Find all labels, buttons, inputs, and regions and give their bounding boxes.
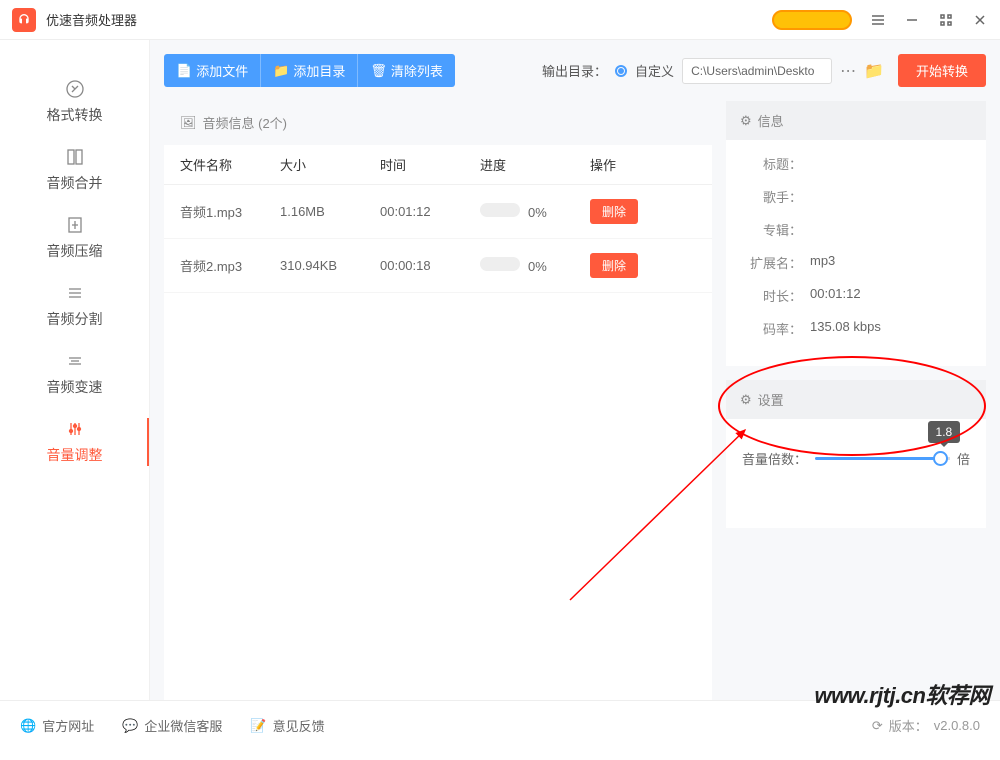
feedback-link[interactable]: 📝意见反馈 <box>250 716 324 735</box>
delete-button[interactable]: 删除 <box>590 199 638 224</box>
sidebar-item-label: 音频压缩 <box>47 241 103 261</box>
volume-slider[interactable]: 1.8 <box>815 457 949 460</box>
output-path-input[interactable] <box>682 58 832 84</box>
sidebar-item-speed[interactable]: 音频变速 <box>0 340 149 408</box>
table-row[interactable]: 音频1.mp3 1.16MB 00:01:12 0% 删除 <box>164 185 712 239</box>
col-name: 文件名称 <box>180 155 280 174</box>
cell-name: 音频2.mp3 <box>180 256 280 275</box>
cell-name: 音频1.mp3 <box>180 202 280 221</box>
sidebar-item-compress[interactable]: 音频压缩 <box>0 204 149 272</box>
volume-icon <box>65 419 85 439</box>
add-dir-button[interactable]: 📁添加目录 <box>260 54 357 87</box>
gear-icon: ⚙ <box>740 392 752 408</box>
sidebar-item-split[interactable]: 音频分割 <box>0 272 149 340</box>
info-album-label: 专辑： <box>742 220 802 239</box>
file-icon: 📄 <box>176 63 192 79</box>
watermark: www.rjtj.cn软荐网 <box>814 678 990 710</box>
folder-icon: 📁 <box>273 63 289 79</box>
trash-icon: 🗑 <box>370 63 387 79</box>
main-area: 📄添加文件 📁添加目录 🗑清除列表 输出目录： 自定义 ⋯ 📁 开始转换 🖼 音… <box>150 40 1000 700</box>
cell-progress: 0% <box>480 203 590 220</box>
sidebar-item-label: 音频变速 <box>47 377 103 397</box>
table-header: 文件名称 大小 时间 进度 操作 <box>164 145 712 185</box>
file-panel: 🖼 音频信息 (2个) 文件名称 大小 时间 进度 操作 音频1.mp3 1.1… <box>164 101 712 700</box>
decoration-pill <box>772 10 852 30</box>
info-title-label: 标题： <box>742 154 802 173</box>
info-bitrate-label: 码率： <box>742 319 802 338</box>
split-icon <box>65 283 85 303</box>
merge-icon <box>65 147 85 167</box>
cell-size: 1.16MB <box>280 204 380 219</box>
info-duration-value: 00:01:12 <box>810 286 861 305</box>
sidebar-item-volume[interactable]: 音量调整 <box>0 408 149 476</box>
more-icon[interactable]: ⋯ <box>840 61 856 81</box>
toolbar: 📄添加文件 📁添加目录 🗑清除列表 输出目录： 自定义 ⋯ 📁 开始转换 <box>164 54 986 87</box>
settings-card: ⚙设置 音量倍数： 1.8 倍 <box>726 380 986 528</box>
file-panel-header: 🖼 音频信息 (2个) <box>164 101 712 145</box>
sidebar: 格式转换 音频合并 音频压缩 音频分割 音频变速 音量调整 <box>0 40 150 700</box>
maximize-icon[interactable] <box>938 12 954 28</box>
col-progress: 进度 <box>480 155 590 174</box>
info-bitrate-value: 135.08 kbps <box>810 319 881 338</box>
close-icon[interactable] <box>972 12 988 28</box>
support-icon: 💬 <box>122 718 138 734</box>
convert-icon <box>65 79 85 99</box>
info-ext-value: mp3 <box>810 253 835 272</box>
titlebar: 优速音频处理器 <box>0 0 1000 40</box>
support-link[interactable]: 💬企业微信客服 <box>122 716 222 735</box>
slider-thumb[interactable] <box>933 451 948 466</box>
refresh-icon[interactable]: ⟳ <box>872 718 883 734</box>
sidebar-item-label: 音频分割 <box>47 309 103 329</box>
slider-tooltip: 1.8 <box>928 421 961 443</box>
sidebar-item-format[interactable]: 格式转换 <box>0 68 149 136</box>
volume-label: 音量倍数： <box>742 449 807 468</box>
minimize-icon[interactable] <box>904 12 920 28</box>
right-panel: ⚙信息 标题： 歌手： 专辑： 扩展名：mp3 时长：00:01:12 码率：1… <box>726 101 986 700</box>
sidebar-item-label: 格式转换 <box>47 105 103 125</box>
start-button[interactable]: 开始转换 <box>898 54 986 87</box>
sidebar-item-label: 音频合并 <box>47 173 103 193</box>
folder-open-icon[interactable]: 📁 <box>864 61 884 81</box>
globe-icon: 🌐 <box>20 718 36 734</box>
clear-button[interactable]: 🗑清除列表 <box>357 54 455 87</box>
add-file-button[interactable]: 📄添加文件 <box>164 54 260 87</box>
sidebar-item-merge[interactable]: 音频合并 <box>0 136 149 204</box>
sidebar-item-label: 音量调整 <box>47 445 103 465</box>
speed-icon <box>65 351 85 371</box>
gear-icon: ⚙ <box>740 113 752 129</box>
cell-time: 00:00:18 <box>380 258 480 273</box>
custom-label: 自定义 <box>635 61 674 80</box>
table-row[interactable]: 音频2.mp3 310.94KB 00:00:18 0% 删除 <box>164 239 712 293</box>
col-time: 时间 <box>380 155 480 174</box>
version-value: v2.0.8.0 <box>934 718 980 733</box>
hamburger-icon[interactable] <box>870 12 886 28</box>
feedback-icon: 📝 <box>250 718 266 734</box>
info-card: ⚙信息 标题： 歌手： 专辑： 扩展名：mp3 时长：00:01:12 码率：1… <box>726 101 986 366</box>
info-artist-label: 歌手： <box>742 187 802 206</box>
compress-icon <box>65 215 85 235</box>
col-op: 操作 <box>590 155 696 174</box>
app-logo <box>12 8 36 32</box>
cell-time: 00:01:12 <box>380 204 480 219</box>
app-title: 优速音频处理器 <box>46 10 137 29</box>
official-site-link[interactable]: 🌐官方网址 <box>20 716 94 735</box>
volume-unit: 倍 <box>957 449 970 468</box>
custom-radio[interactable] <box>615 65 627 77</box>
cell-size: 310.94KB <box>280 258 380 273</box>
version-label: 版本： <box>889 716 928 735</box>
image-icon: 🖼 <box>180 115 197 131</box>
col-size: 大小 <box>280 155 380 174</box>
delete-button[interactable]: 删除 <box>590 253 638 278</box>
cell-progress: 0% <box>480 257 590 274</box>
info-duration-label: 时长： <box>742 286 802 305</box>
output-label: 输出目录： <box>542 61 607 80</box>
info-ext-label: 扩展名： <box>742 253 802 272</box>
